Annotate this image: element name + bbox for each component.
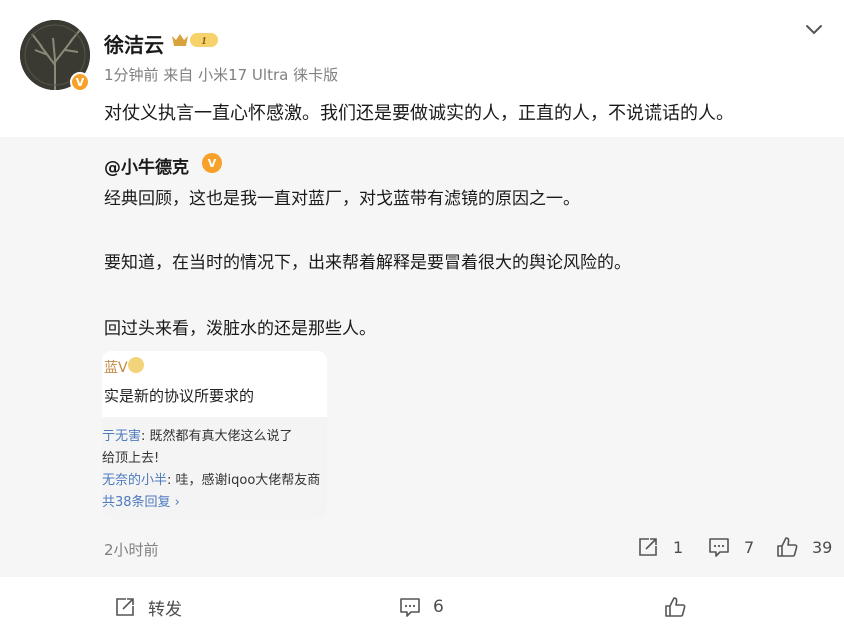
level-number: 1 <box>201 35 207 47</box>
thumbs-up-icon <box>665 597 686 617</box>
quoted-like-button[interactable]: 39 <box>776 535 832 559</box>
quoted-text-line: 要知道，在当时的情况下，出来帮着解释是要冒着很大的舆论风险的。 <box>104 253 631 273</box>
embed-comment: 亍无害: 既然都有真大佬这么说了 <box>102 425 293 444</box>
comment-author: 无奈的小半 <box>102 473 168 488</box>
username[interactable]: 徐洁云 <box>104 29 164 58</box>
thumbs-up-icon <box>777 537 798 557</box>
bottom-action-bar: 转发 6 <box>0 577 844 634</box>
repost-button[interactable]: 转发 <box>114 595 182 620</box>
verified-badge-icon: V <box>202 153 222 173</box>
emoji-icon <box>128 357 144 373</box>
quoted-timestamp: 2小时前 <box>104 541 159 559</box>
quoted-repost-button[interactable]: 1 <box>637 535 683 559</box>
quoted-post[interactable]: @小牛德克 V 经典回顾，这也是我一直对蓝厂，对戈蓝带有滤镜的原因之一。 要知道… <box>0 137 844 577</box>
quoted-author[interactable]: @小牛德克 <box>104 153 189 178</box>
post-header: V 徐洁云 1 1分钟前 来自 小米17 Ultra 徕卡版 对仗义执言一直心怀… <box>0 0 844 130</box>
comment-button[interactable]: 6 <box>399 595 444 619</box>
verified-badge-icon: V <box>70 72 90 92</box>
more-replies-link: 共38条回复 › <box>102 495 180 510</box>
fade-overlay <box>694 593 844 621</box>
embed-main-text: 实是新的协议所要求的 <box>104 387 255 405</box>
comment-count: 6 <box>433 597 444 617</box>
like-button[interactable] <box>664 595 698 619</box>
repost-icon <box>639 538 657 556</box>
quoted-text-line: 回过头来看，泼脏水的还是那些人。 <box>104 319 376 339</box>
embed-comment-cont: 给顶上去! <box>102 451 160 466</box>
quoted-comment-button[interactable]: 7 <box>708 535 754 559</box>
comment-icon <box>400 598 420 617</box>
comment-text: : 既然都有真大佬这么说了 <box>141 429 293 444</box>
repost-count: 1 <box>673 537 684 557</box>
like-count: 39 <box>812 537 833 557</box>
embed-title: 蓝V <box>104 360 128 376</box>
comment-author: 亍无害 <box>102 429 142 444</box>
quoted-text-line: 经典回顾，这也是我一直对蓝厂，对戈蓝带有滤镜的原因之一。 <box>104 189 580 209</box>
chevron-down-icon[interactable] <box>804 22 824 38</box>
repost-label: 转发 <box>148 599 182 620</box>
embed-comments: 亍无害: 既然都有真大佬这么说了 给顶上去! 无奈的小半: 哇，感谢iqoo大佬… <box>102 417 327 519</box>
repost-icon <box>116 598 134 616</box>
comment-icon <box>709 538 729 557</box>
post-text: 对仗义执言一直心怀感激。我们还是要做诚实的人，正直的人，不说谎话的人。 <box>104 103 734 124</box>
comment-text: : 哇，感谢iqoo大佬帮友商 <box>167 473 321 488</box>
level-badge: 1 <box>170 30 220 50</box>
embed-comment: 无奈的小半: 哇，感谢iqoo大佬帮友商 <box>102 469 320 488</box>
embedded-screenshot[interactable]: 蓝V 实是新的协议所要求的 亍无害: 既然都有真大佬这么说了 给顶上去! 无奈的… <box>102 351 327 519</box>
comment-count: 7 <box>744 537 755 557</box>
post-meta: 1分钟前 来自 小米17 Ultra 徕卡版 <box>104 66 339 84</box>
